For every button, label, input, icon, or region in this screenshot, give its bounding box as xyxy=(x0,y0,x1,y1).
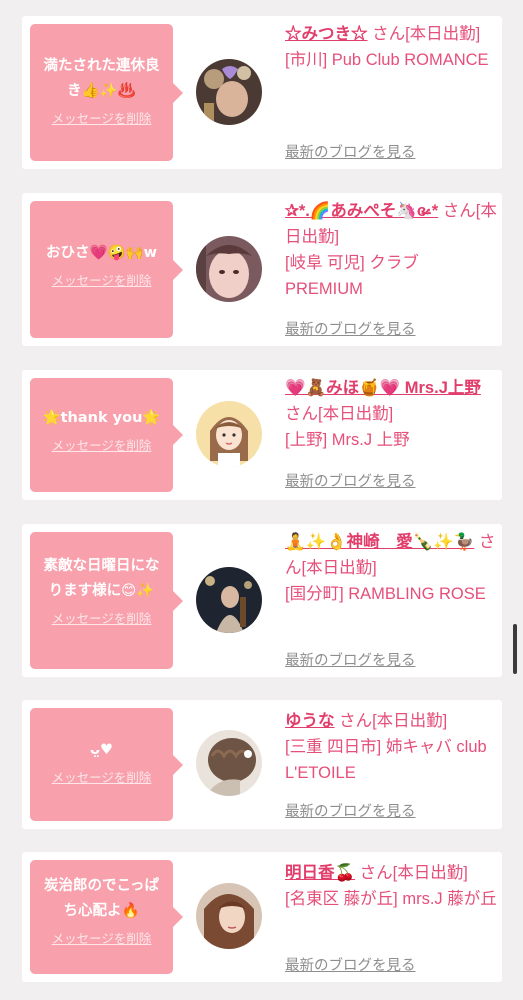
message-text: 炭治郎のでこっぱち心配よ🔥 xyxy=(44,878,159,919)
avatar[interactable] xyxy=(196,883,262,949)
message-bubble: ᴗ̤♥ メッセージを削除 xyxy=(30,708,183,821)
delete-message-link[interactable]: メッセージを削除 xyxy=(52,928,152,947)
latest-blog-link[interactable]: 最新のブログを見る xyxy=(285,649,416,670)
shop-name: [三重 四日市] 姉キャバ club L'ETOILE xyxy=(285,738,487,782)
avatar[interactable] xyxy=(196,401,262,467)
message-text: ᴗ̤♥ xyxy=(90,742,113,758)
message-card: 炭治郎のでこっぱち心配よ🔥 メッセージを削除 明日香🍒 さん[本日出勤] [名東… xyxy=(22,852,502,982)
cast-info: ☆みつき☆ さん[本日出勤] [市川] Pub Club ROMANCE xyxy=(285,21,497,73)
message-card: ᴗ̤♥ メッセージを削除 ゆうな さん[本日出勤] [三重 四日市] 姉キャバ … xyxy=(22,700,502,829)
message-card: おひさ💗🤪🙌w メッセージを削除 ✰*.🌈あみぺそ🦄ɞ̴̶̷·* さん[本日出勤… xyxy=(22,193,502,346)
message-text: 満たされた連休良き👍✨♨️ xyxy=(43,58,160,99)
message-bubble: おひさ💗🤪🙌w メッセージを削除 xyxy=(30,201,183,338)
message-feed: 満たされた連休良き👍✨♨️ メッセージを削除 ☆みつき☆ さん[本日出勤] [市… xyxy=(0,0,523,1000)
message-bubble: 素敵な日曜日になります様に😊✨ メッセージを削除 xyxy=(30,532,183,669)
latest-blog-link[interactable]: 最新のブログを見る xyxy=(285,141,416,162)
latest-blog-link[interactable]: 最新のブログを見る xyxy=(285,800,416,821)
cast-status: さん[本日出勤] xyxy=(339,712,448,730)
cast-status: さん[本日出勤] xyxy=(359,864,468,882)
avatar[interactable] xyxy=(196,236,262,302)
scrollbar[interactable] xyxy=(513,624,517,674)
message-bubble: 満たされた連休良き👍✨♨️ メッセージを削除 xyxy=(30,24,183,161)
avatar[interactable] xyxy=(196,59,262,125)
cast-info: 明日香🍒 さん[本日出勤] [名東区 藤が丘] mrs.J 藤が丘 xyxy=(285,860,497,912)
cast-name-link[interactable]: ☆みつき☆ xyxy=(285,25,368,43)
message-text: おひさ💗🤪🙌w xyxy=(45,245,158,261)
latest-blog-link[interactable]: 最新のブログを見る xyxy=(285,318,416,339)
cast-name-link[interactable]: ✰*.🌈あみぺそ🦄ɞ̴̶̷·* xyxy=(285,202,438,220)
cast-info: 🧘✨👌神崎 愛🍾✨🦆 さん[本日出勤] [国分町] RAMBLING ROSE xyxy=(285,529,497,607)
delete-message-link[interactable]: メッセージを削除 xyxy=(52,270,152,289)
cast-status: さん[本日出勤] xyxy=(372,25,481,43)
delete-message-link[interactable]: メッセージを削除 xyxy=(52,608,152,627)
shop-name: [上野] Mrs.J 上野 xyxy=(285,431,410,449)
avatar[interactable] xyxy=(196,730,262,796)
message-card: 素敵な日曜日になります様に😊✨ メッセージを削除 🧘✨👌神崎 愛🍾✨🦆 さん[本… xyxy=(22,524,502,677)
delete-message-link[interactable]: メッセージを削除 xyxy=(52,767,152,786)
cast-info: 💗🧸みほ🍯💗 Mrs.J上野 さん[本日出勤] [上野] Mrs.J 上野 xyxy=(285,375,497,453)
message-card: 🌟thank you🌟 メッセージを削除 💗🧸みほ🍯💗 Mrs.J上野 さん[本… xyxy=(22,370,502,500)
shop-name: [市川] Pub Club ROMANCE xyxy=(285,51,489,69)
shop-name: [岐阜 可児] クラブ PREMIUM xyxy=(285,254,419,298)
message-text: 🌟thank you🌟 xyxy=(42,410,161,426)
cast-info: ✰*.🌈あみぺそ🦄ɞ̴̶̷·* さん[本日出勤] [岐阜 可児] クラブ PRE… xyxy=(285,198,497,302)
shop-name: [国分町] RAMBLING ROSE xyxy=(285,585,486,603)
avatar[interactable] xyxy=(196,567,262,633)
delete-message-link[interactable]: メッセージを削除 xyxy=(52,108,152,127)
cast-status: さん[本日出勤] xyxy=(285,405,394,423)
latest-blog-link[interactable]: 最新のブログを見る xyxy=(285,470,416,491)
message-bubble: 🌟thank you🌟 メッセージを削除 xyxy=(30,378,183,492)
delete-message-link[interactable]: メッセージを削除 xyxy=(52,435,152,454)
cast-name-link[interactable]: 💗🧸みほ🍯💗 Mrs.J上野 xyxy=(285,379,481,397)
cast-name-link[interactable]: 🧘✨👌神崎 愛🍾✨🦆 xyxy=(285,533,474,551)
shop-name: [名東区 藤が丘] mrs.J 藤が丘 xyxy=(285,890,497,908)
message-text: 素敵な日曜日になります様に😊✨ xyxy=(43,558,160,599)
cast-name-link[interactable]: 明日香🍒 xyxy=(285,864,355,882)
cast-name-link[interactable]: ゆうな xyxy=(285,712,335,730)
latest-blog-link[interactable]: 最新のブログを見る xyxy=(285,954,416,975)
message-card: 満たされた連休良き👍✨♨️ メッセージを削除 ☆みつき☆ さん[本日出勤] [市… xyxy=(22,16,502,169)
message-bubble: 炭治郎のでこっぱち心配よ🔥 メッセージを削除 xyxy=(30,860,183,974)
cast-info: ゆうな さん[本日出勤] [三重 四日市] 姉キャバ club L'ETOILE xyxy=(285,708,497,786)
